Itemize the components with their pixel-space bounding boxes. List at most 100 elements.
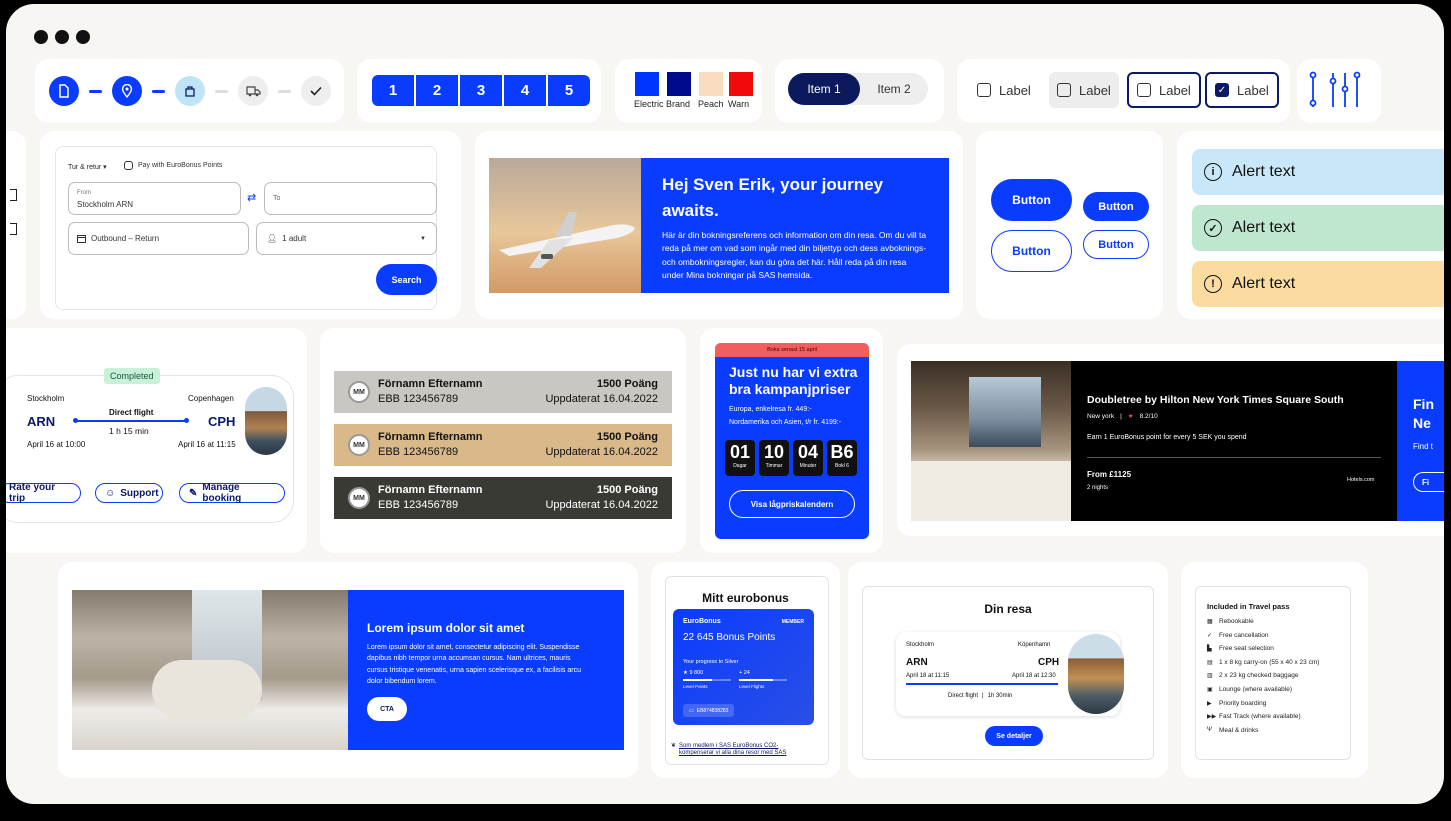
support-button[interactable]: ☺ Support	[95, 483, 163, 503]
hotel-image	[911, 361, 1071, 521]
hotel-bed	[911, 461, 1071, 521]
co2-link[interactable]: ❦ Som medlem i SAS EuroBonus CO2-kompense…	[671, 743, 809, 757]
from-field[interactable]: From Stockholm ARN	[68, 182, 241, 215]
passengers-field[interactable]: 👤︎ 1 adult ▼	[256, 222, 437, 255]
hero-body: Här är din bokningsreferens och informat…	[662, 230, 927, 281]
level-points-label: Level Points	[683, 684, 708, 689]
progress-label: Your progress to Silver	[683, 659, 739, 665]
price-calendar-button[interactable]: Visa lågpriskalendern	[729, 490, 855, 518]
swatch-brand[interactable]	[667, 72, 691, 96]
checkbox-box[interactable]	[977, 83, 991, 97]
swap-icon[interactable]: ⇄	[247, 191, 256, 204]
buttons-card: Button Button Button Button	[976, 131, 1163, 319]
promo-cta-button[interactable]: CTA	[367, 697, 407, 721]
member-card[interactable]: MM Förnamn Efternamn EBB 123456789 1500 Poä…	[334, 371, 672, 413]
window-dot[interactable]	[76, 30, 90, 44]
swatch-label: Electric	[634, 99, 664, 109]
page-button[interactable]: 2	[416, 75, 458, 106]
countdown-value: 04	[797, 442, 819, 462]
member-number: EBB 123456789	[378, 446, 459, 458]
page-button[interactable]: 5	[548, 75, 590, 106]
trip-destination-code: CPH	[1038, 657, 1060, 668]
promo-card: Lorem ipsum dolor sit amet Lorem ipsum d…	[58, 562, 638, 778]
dates-value: Outbound – Return	[91, 234, 160, 243]
trip-type-select[interactable]: Tur & retur ▾	[68, 163, 107, 171]
manage-booking-button[interactable]: ✎ Manage booking	[179, 482, 285, 504]
window-dot[interactable]	[55, 30, 69, 44]
checkbox-checked[interactable]: ✓ Label	[1205, 72, 1279, 108]
step-location[interactable]	[112, 76, 142, 106]
trip-origin-city: Stockholm	[906, 642, 935, 648]
dates-field[interactable]: Outbound – Return	[68, 222, 249, 255]
step-luggage[interactable]	[175, 76, 205, 106]
side-button[interactable]: Fi	[1413, 472, 1444, 492]
checkbox-box-checked[interactable]: ✓	[1215, 83, 1229, 97]
page-button[interactable]: 1	[372, 75, 414, 106]
trip-details-button[interactable]: Se detaljer	[985, 726, 1043, 746]
countdown-unit: 10 Timmar	[759, 440, 789, 476]
segment-item-1[interactable]: Item 1	[788, 73, 860, 105]
swatch-electric[interactable]	[635, 72, 659, 96]
travel-pass-item-text: Lounge (where available)	[1219, 686, 1292, 693]
provider-logo: Hotels.com	[1347, 477, 1375, 483]
member-points: 1500 Poäng	[596, 431, 658, 443]
checkbox-label: Label	[999, 82, 1031, 98]
person-icon: 👤︎	[267, 234, 278, 243]
partial-glyph	[10, 223, 17, 235]
countdown-label: Bokl 6	[835, 463, 849, 469]
page-button[interactable]: 3	[460, 75, 502, 106]
hotel-rating: 8.2/10	[1139, 412, 1158, 420]
checkmark-icon	[310, 86, 322, 96]
step-delivery[interactable]	[238, 76, 268, 106]
button-secondary-small[interactable]: Button	[1083, 230, 1149, 259]
trip-origin-code: ARN	[906, 657, 928, 668]
swatch-warn[interactable]	[729, 72, 753, 96]
chevron-down-icon: ▼	[420, 235, 426, 242]
rate-trip-button[interactable]: Rate your trip	[6, 482, 81, 504]
checkbox-box[interactable]	[1057, 83, 1071, 97]
travel-pass-item: ▶ Priority boarding	[1207, 700, 1266, 707]
destination-city: Copenhagen	[188, 394, 234, 403]
button-primary-small[interactable]: Button	[1083, 192, 1149, 221]
eurobonus-tier: MEMBER	[781, 619, 804, 625]
trip-heading: Din resa	[984, 602, 1032, 616]
flight-search-card: Tur & retur ▾ Pay with EuroBonus Points …	[40, 131, 461, 319]
window-dot[interactable]	[34, 30, 48, 44]
countdown-value: 01	[729, 442, 751, 462]
member-number: EBB 123456789	[378, 393, 459, 405]
alert-warning: ! Alert text	[1192, 261, 1444, 307]
eurobonus-checkbox[interactable]	[124, 161, 133, 170]
level-points-bar-fill	[683, 679, 712, 681]
step-document[interactable]	[49, 76, 79, 106]
pagination: 12345	[372, 75, 590, 106]
member-card[interactable]: MM Förnamn Efternamn EBB 123456789 1500 Poä…	[334, 424, 672, 466]
swatch-label: Peach	[698, 99, 724, 109]
to-field[interactable]: To	[264, 182, 437, 215]
alert-info: i Alert text	[1192, 149, 1444, 195]
eurobonus-toggle[interactable]: Pay with EuroBonus Points	[124, 161, 222, 170]
checkbox-hover[interactable]: Label	[1049, 72, 1119, 108]
alert-text: Alert text	[1232, 163, 1296, 180]
button-secondary-large[interactable]: Button	[991, 230, 1072, 272]
checkbox-focus[interactable]: Label	[1127, 72, 1201, 108]
from-label: From	[77, 190, 91, 196]
search-button[interactable]: Search	[376, 264, 437, 295]
avatar: MM	[348, 434, 370, 456]
warning-icon: !	[1204, 275, 1222, 293]
page-button[interactable]: 4	[504, 75, 546, 106]
level-flights: + 24	[739, 670, 750, 676]
swatch-peach[interactable]	[699, 72, 723, 96]
member-id-chip: ▭ EB874838283	[683, 704, 735, 717]
promo-body: Lorem ipsum dolor sit amet, consectetur …	[367, 644, 581, 685]
travel-pass-item: ▶▶ Fast Track (where available)	[1207, 713, 1301, 720]
step-done[interactable]	[301, 76, 331, 106]
checkbox-default[interactable]: Label	[969, 72, 1039, 108]
button-primary-large[interactable]: Button	[991, 179, 1072, 221]
destination-image	[245, 387, 287, 455]
member-name: Förnamn Efternamn	[378, 378, 483, 390]
travel-pass-item: ▥ 2 x 23 kg checked baggage	[1207, 672, 1299, 679]
checkbox-box[interactable]	[1137, 83, 1151, 97]
member-card[interactable]: MM Förnamn Efternamn EBB 123456789 1500 Poä…	[334, 477, 672, 519]
segment-item-2[interactable]: Item 2	[860, 73, 928, 105]
travel-pass-item-text: 2 x 23 kg checked baggage	[1219, 672, 1299, 680]
